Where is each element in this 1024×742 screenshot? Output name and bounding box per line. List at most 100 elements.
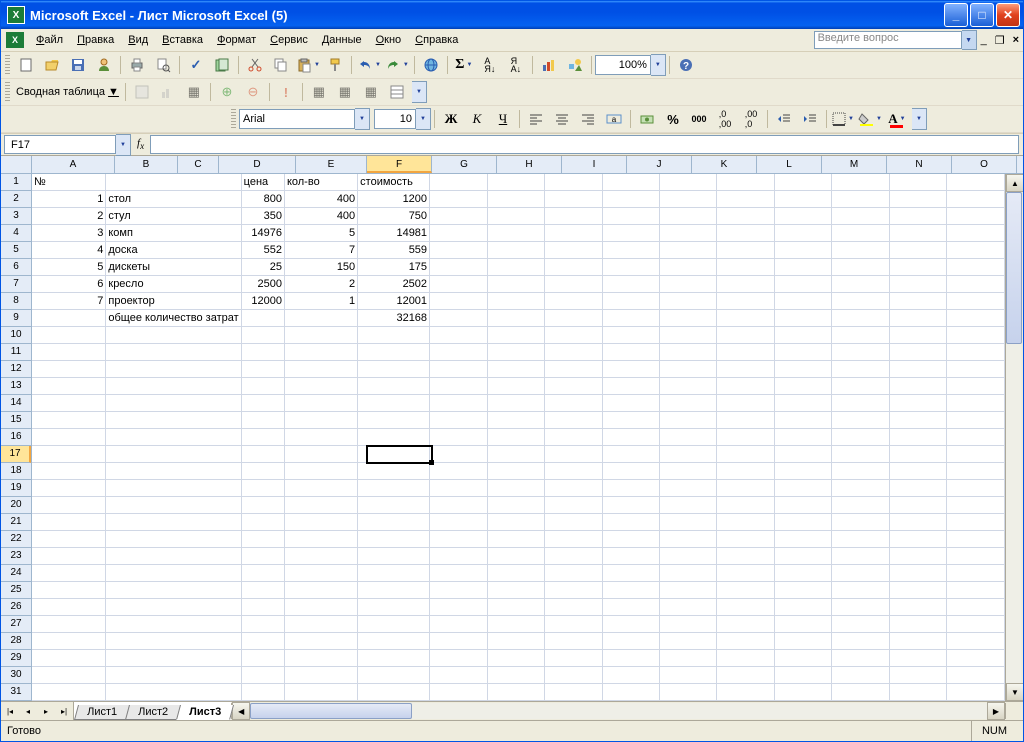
cell-N10[interactable] (889, 327, 946, 344)
cell-L19[interactable] (774, 480, 831, 497)
cell-D12[interactable] (284, 361, 357, 378)
cell-I8[interactable] (602, 293, 659, 310)
cell-C32[interactable] (241, 701, 284, 702)
cell-A7[interactable]: 6 (32, 276, 106, 293)
cell-M21[interactable] (832, 514, 889, 531)
font-size-combo[interactable]: 10 (374, 109, 416, 129)
cell-G3[interactable] (487, 208, 544, 225)
cell-J7[interactable] (659, 276, 716, 293)
cell-L5[interactable] (774, 242, 831, 259)
cell-D3[interactable]: 400 (284, 208, 357, 225)
redo-button[interactable]: ▼ (384, 53, 410, 77)
cell-C4[interactable]: 14976 (241, 225, 284, 242)
cell-E14[interactable] (358, 395, 430, 412)
cell-J26[interactable] (659, 599, 716, 616)
cell-L25[interactable] (774, 582, 831, 599)
cell-O28[interactable] (947, 633, 1005, 650)
cell-G23[interactable] (487, 548, 544, 565)
cell-K24[interactable] (717, 565, 774, 582)
cell-B30[interactable] (106, 667, 241, 684)
cell-H32[interactable] (545, 701, 602, 702)
horizontal-scrollbar[interactable]: ◀ ▶ (231, 703, 1005, 719)
cell-M24[interactable] (832, 565, 889, 582)
cell-F10[interactable] (430, 327, 487, 344)
row-header-21[interactable]: 21 (1, 514, 31, 531)
cell-I21[interactable] (602, 514, 659, 531)
cell-E16[interactable] (358, 429, 430, 446)
cell-J18[interactable] (659, 463, 716, 480)
cell-J17[interactable] (659, 446, 716, 463)
cell-A19[interactable] (32, 480, 106, 497)
zoom-combo[interactable]: 100% (595, 55, 651, 75)
cell-N13[interactable] (889, 378, 946, 395)
spelling-button[interactable]: ✓ (184, 53, 208, 77)
doc-restore-button[interactable]: ❐ (991, 31, 1009, 50)
col-header-D[interactable]: D (219, 156, 296, 173)
cell-E19[interactable] (358, 480, 430, 497)
cell-K18[interactable] (717, 463, 774, 480)
cell-L29[interactable] (774, 650, 831, 667)
increase-indent-button[interactable] (798, 107, 822, 131)
cell-H5[interactable] (545, 242, 602, 259)
cell-D16[interactable] (284, 429, 357, 446)
pivot-toolbar-options[interactable]: ▼ (412, 81, 427, 103)
cell-H23[interactable] (545, 548, 602, 565)
cell-A6[interactable]: 5 (32, 259, 106, 276)
menu-файл[interactable]: Файл (29, 31, 70, 49)
cell-G14[interactable] (487, 395, 544, 412)
cell-K7[interactable] (717, 276, 774, 293)
row-header-9[interactable]: 9 (1, 310, 31, 327)
cell-G29[interactable] (487, 650, 544, 667)
row-header-17[interactable]: 17 (1, 446, 31, 463)
cell-F16[interactable] (430, 429, 487, 446)
cell-D6[interactable]: 150 (284, 259, 357, 276)
cell-H6[interactable] (545, 259, 602, 276)
cell-E28[interactable] (358, 633, 430, 650)
cell-N18[interactable] (889, 463, 946, 480)
cell-C29[interactable] (241, 650, 284, 667)
cell-I27[interactable] (602, 616, 659, 633)
cell-D4[interactable]: 5 (284, 225, 357, 242)
cell-L8[interactable] (774, 293, 831, 310)
cell-B7[interactable]: кресло (106, 276, 241, 293)
col-header-E[interactable]: E (296, 156, 367, 173)
cell-B13[interactable] (106, 378, 241, 395)
cell-G7[interactable] (487, 276, 544, 293)
cell-L7[interactable] (774, 276, 831, 293)
cell-J14[interactable] (659, 395, 716, 412)
cell-D11[interactable] (284, 344, 357, 361)
cell-C9[interactable] (241, 310, 284, 327)
cell-L30[interactable] (774, 667, 831, 684)
cell-M19[interactable] (832, 480, 889, 497)
cell-N12[interactable] (889, 361, 946, 378)
row-header-14[interactable]: 14 (1, 395, 31, 412)
cell-M31[interactable] (832, 684, 889, 701)
cell-N26[interactable] (889, 599, 946, 616)
cell-E30[interactable] (358, 667, 430, 684)
cell-M20[interactable] (832, 497, 889, 514)
cell-H7[interactable] (545, 276, 602, 293)
save-button[interactable] (66, 53, 90, 77)
cell-H2[interactable] (545, 191, 602, 208)
cell-J28[interactable] (659, 633, 716, 650)
cell-E29[interactable] (358, 650, 430, 667)
cell-F31[interactable] (430, 684, 487, 701)
cell-O12[interactable] (947, 361, 1005, 378)
cell-M5[interactable] (832, 242, 889, 259)
cell-H20[interactable] (545, 497, 602, 514)
cell-L16[interactable] (774, 429, 831, 446)
cell-A27[interactable] (32, 616, 106, 633)
cell-L1[interactable] (774, 174, 831, 191)
col-header-K[interactable]: K (692, 156, 757, 173)
row-header-5[interactable]: 5 (1, 242, 31, 259)
cell-A29[interactable] (32, 650, 106, 667)
cell-A30[interactable] (32, 667, 106, 684)
cell-A32[interactable] (32, 701, 106, 702)
cell-L24[interactable] (774, 565, 831, 582)
cell-A1[interactable]: № (32, 174, 106, 191)
align-center-button[interactable] (550, 107, 574, 131)
cell-J1[interactable] (659, 174, 716, 191)
cell-F11[interactable] (430, 344, 487, 361)
cell-F15[interactable] (430, 412, 487, 429)
cell-J9[interactable] (659, 310, 716, 327)
